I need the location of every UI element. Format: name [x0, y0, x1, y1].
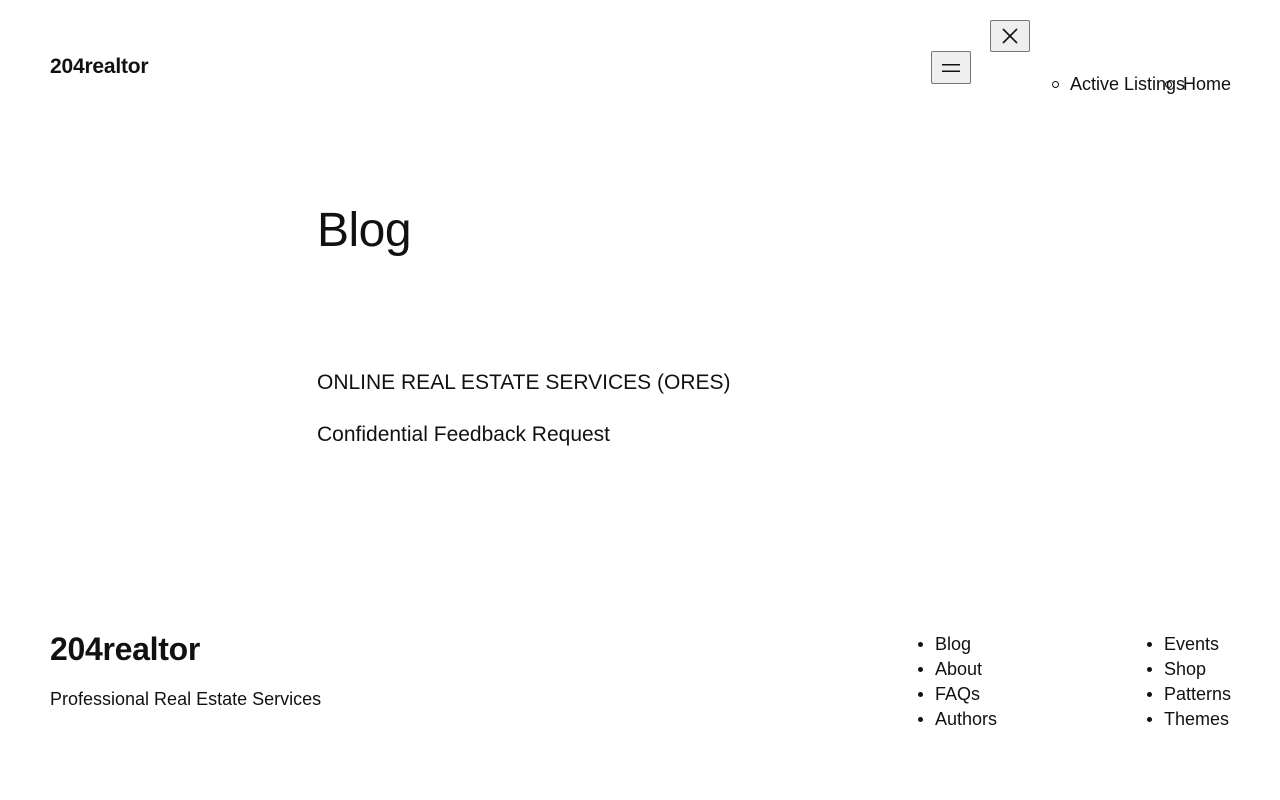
- footer-menu-item[interactable]: Events: [1147, 632, 1231, 657]
- footer-menu-item[interactable]: Patterns: [1147, 682, 1231, 707]
- footer-tagline: Professional Real Estate Services: [50, 689, 322, 709]
- footer-link-shop[interactable]: Shop: [1164, 659, 1206, 679]
- footer-menu-item[interactable]: Authors: [918, 707, 997, 732]
- footer-link-about[interactable]: About: [935, 659, 982, 679]
- footer-link-blog[interactable]: Blog: [935, 634, 971, 654]
- footer-menu-item[interactable]: About: [918, 657, 997, 682]
- footer-menu-2: Events Shop Patterns Themes: [1147, 632, 1231, 732]
- post-title-link[interactable]: Confidential Feedback Request: [317, 422, 610, 448]
- close-menu-button[interactable]: [990, 20, 1030, 52]
- page-title: Blog: [317, 204, 412, 257]
- hamburger-menu-icon: [942, 63, 960, 72]
- footer-menu-item[interactable]: Shop: [1147, 657, 1231, 682]
- footer-menu-1: Blog About FAQs Authors: [918, 632, 997, 732]
- nav-bullet-icon: [1052, 81, 1059, 88]
- footer-link-themes[interactable]: Themes: [1164, 709, 1229, 729]
- nav-bullet-icon: [1165, 81, 1172, 88]
- footer-link-faqs[interactable]: FAQs: [935, 684, 980, 704]
- footer-link-patterns[interactable]: Patterns: [1164, 684, 1231, 704]
- footer-menu-item[interactable]: Themes: [1147, 707, 1231, 732]
- footer-menu-item[interactable]: FAQs: [918, 682, 997, 707]
- menu-button[interactable]: [931, 51, 971, 84]
- footer-menu-item[interactable]: Blog: [918, 632, 997, 657]
- footer-link-authors[interactable]: Authors: [935, 709, 997, 729]
- close-icon: [1002, 28, 1018, 44]
- nav-item-home[interactable]: Home: [1183, 73, 1231, 95]
- site-title-link[interactable]: 204realtor: [50, 54, 149, 80]
- footer-site-title[interactable]: 204realtor: [50, 630, 200, 668]
- post-title-link[interactable]: ONLINE REAL ESTATE SERVICES (ORES): [317, 370, 731, 396]
- footer-link-events[interactable]: Events: [1164, 634, 1219, 654]
